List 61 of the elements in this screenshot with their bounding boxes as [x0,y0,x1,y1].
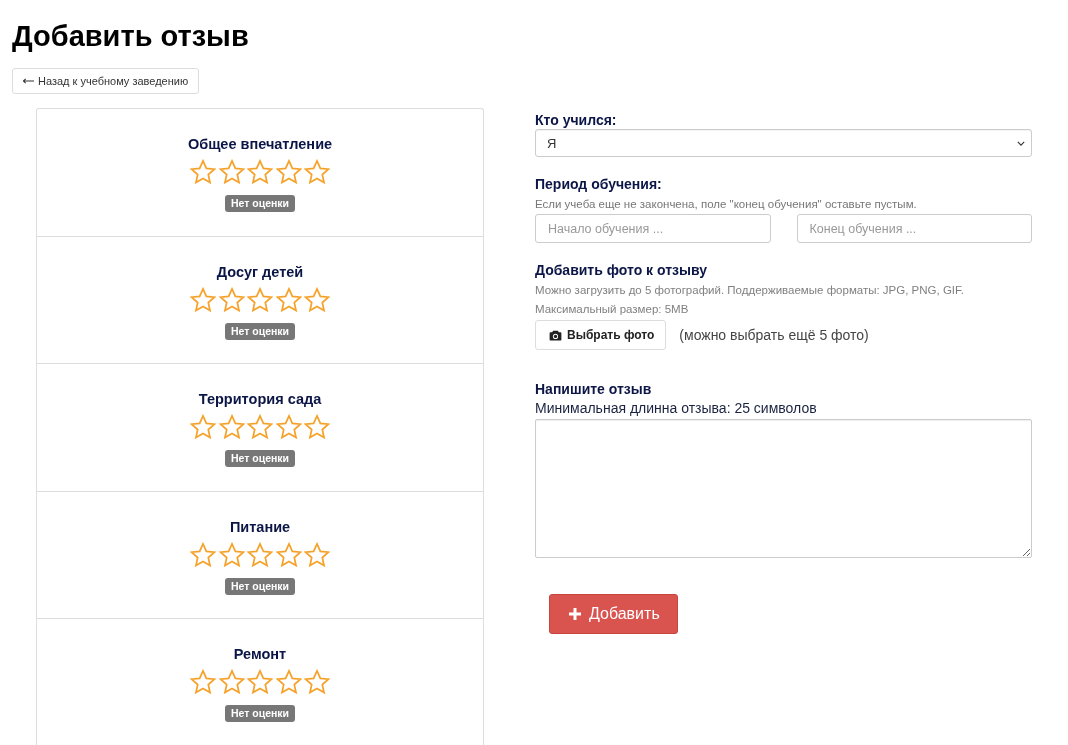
plus-icon [569,608,581,620]
field-label: Добавить фото к отзыву [535,261,707,279]
rating-title: Ремонт [233,645,287,663]
star-rating[interactable] [190,669,330,695]
star-outline-icon[interactable] [304,669,330,695]
star-outline-icon[interactable] [304,541,330,568]
page-title: Добавить отзыв [12,19,249,53]
hint-text: Если учеба еще не закончена, поле "конец обучения" оставьте пустым. [535,197,917,212]
star-outline-icon[interactable] [275,159,302,185]
choose-photo-button[interactable]: Выбрать фото [535,320,667,350]
rating-title: Питание [229,517,291,536]
star-outline-icon[interactable] [247,669,273,695]
rating-status-badge: Нет оценки [224,705,296,722]
date-field[interactable]: Конец обучения ... [796,214,1032,243]
star-outline-icon[interactable] [190,414,216,440]
rating-status-badge: Нет оценки [224,577,296,595]
star-outline-icon[interactable] [275,541,302,568]
star-outline-icon[interactable] [247,541,273,568]
rating-status-badge: Нет оценки [224,450,296,467]
hint-text: Максимальный размер: 5MB [535,302,690,317]
star-outline-icon[interactable] [275,414,302,440]
rating-title: Общее впечатление [187,135,333,153]
rating-status-badge: Нет оценки [224,195,296,212]
hint-text: Минимальная длинна отзыва: 25 символов [535,399,817,418]
star-outline-icon[interactable] [275,286,302,313]
field-label: Напишите отзыв [535,380,652,398]
chevron-down-icon [1017,140,1025,146]
star-outline-icon[interactable] [190,286,216,313]
star-outline-icon[interactable] [218,669,245,695]
camera-icon [549,329,562,341]
rating-title: Досуг детей [216,262,304,281]
field-label: Период обучения: [535,175,662,193]
date-field[interactable]: Начало обучения ... [535,214,771,243]
star-outline-icon[interactable] [218,414,245,440]
star-rating[interactable] [190,286,330,313]
star-outline-icon[interactable] [190,541,216,568]
rating-title: Территория сада [198,390,322,408]
arrow-left-icon [23,78,34,84]
star-outline-icon[interactable] [218,286,245,313]
photo-limit-text: (можно выбрать ещё 5 фото) [679,327,869,343]
star-rating[interactable] [190,541,330,568]
star-outline-icon[interactable] [304,159,330,185]
field-label: Кто учился: [535,111,617,129]
star-rating[interactable] [190,159,330,185]
star-rating[interactable] [190,414,330,440]
star-outline-icon[interactable] [304,414,330,440]
hint-text: Можно загрузить до 5 фотографий. Поддерживаемые форматы: JPG, PNG, GIF. [535,283,964,298]
star-outline-icon[interactable] [275,669,302,695]
star-outline-icon[interactable] [247,286,273,313]
star-outline-icon[interactable] [247,159,273,185]
rating-status-badge: Нет оценки [224,322,296,340]
add-button[interactable]: Добавить [549,594,678,634]
review-text-field[interactable] [535,419,1032,558]
star-outline-icon[interactable] [218,541,245,568]
back-button[interactable]: Назад к учебному заведению [12,68,200,94]
select-field[interactable]: Я [535,129,1032,157]
star-outline-icon[interactable] [304,286,330,313]
star-outline-icon[interactable] [190,159,216,185]
star-outline-icon[interactable] [218,159,245,185]
star-outline-icon[interactable] [247,414,273,440]
star-outline-icon[interactable] [190,669,216,695]
